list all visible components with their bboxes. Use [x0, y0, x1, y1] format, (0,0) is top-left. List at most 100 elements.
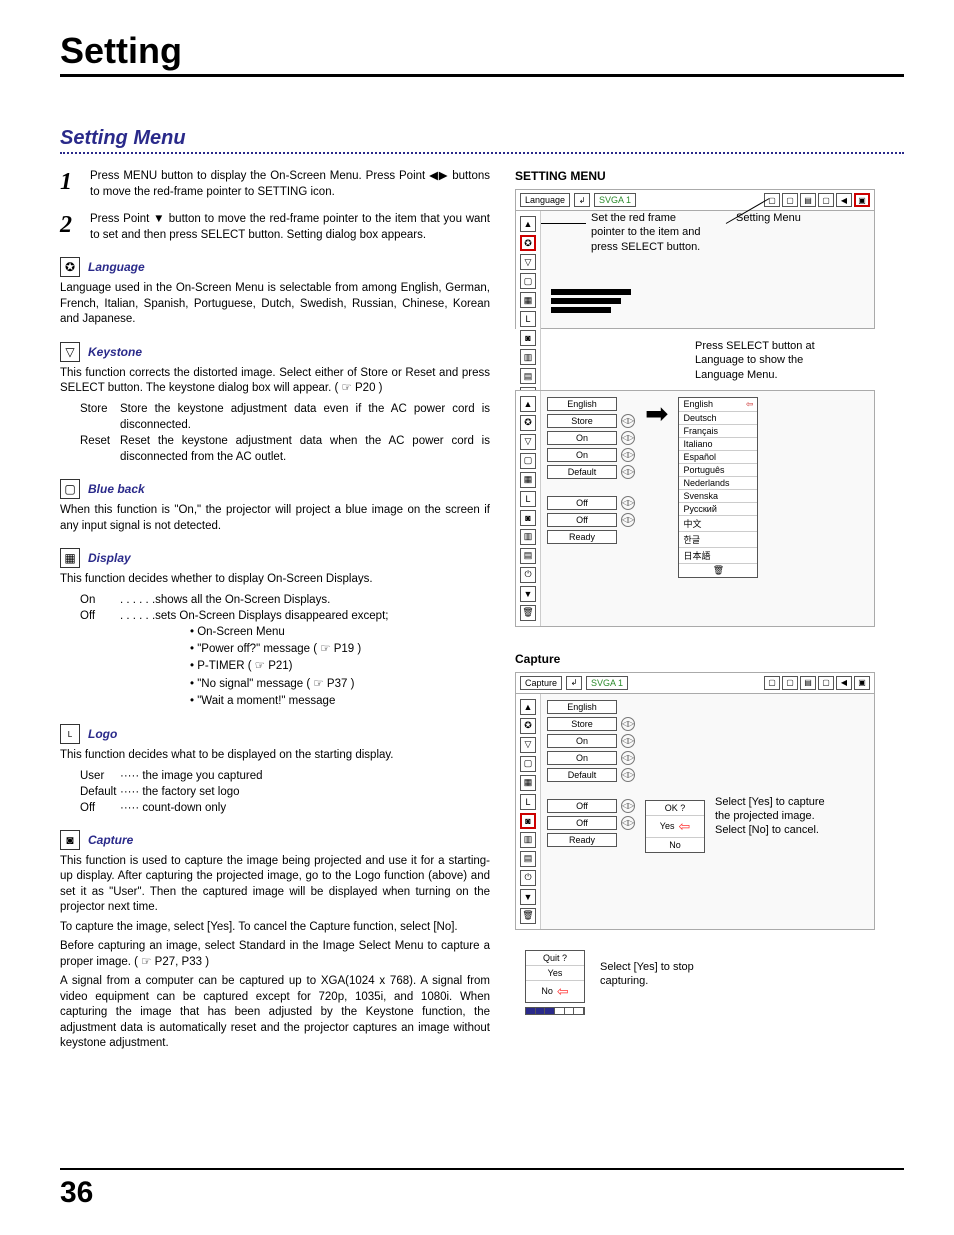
heading-title: Keystone [88, 345, 142, 359]
bullet-item: • "Wait a moment!" message [190, 693, 490, 710]
lang-item: 日本語 [679, 548, 757, 564]
kv-key: User [60, 768, 120, 784]
language-list: English⇦ Deutsch Français Italiano Españ… [678, 397, 758, 578]
lang-item: Svenska [679, 490, 757, 503]
kv-key: Default [60, 784, 120, 800]
right-column: SETTING MENU Language ↲ SVGA 1 ▢ ▢ ▤ ▢ ◀… [515, 169, 875, 1056]
progress-bar [525, 1007, 585, 1015]
display-icon: ▦ [60, 548, 80, 568]
ceiling-icon: ▥ [520, 832, 536, 848]
dialog-title: Quit ? [526, 951, 584, 966]
lang-item: Nederlands [679, 477, 757, 490]
display-icon: ▦ [520, 775, 536, 791]
menu-value: Off [547, 513, 617, 527]
menu-value: Off [547, 799, 617, 813]
power-icon: ⏻ [520, 870, 536, 886]
osd-topbar: Capture ↲ SVGA 1 ▢ ▢ ▤ ▢ ◀ ▣ [516, 673, 874, 694]
globe-icon: ✪ [520, 718, 536, 734]
logo-body: This function decides what to be display… [60, 748, 490, 764]
blueback-icon: ▢ [520, 756, 536, 772]
osd-capture: Capture ↲ SVGA 1 ▢ ▢ ▤ ▢ ◀ ▣ ▲ ✪ ▽ ▢ [515, 672, 875, 930]
trash-icon: 🗑 [520, 605, 536, 621]
topbar-icon: ▣ [854, 193, 870, 207]
blueback-body: When this function is "On," the projecto… [60, 503, 490, 534]
display-icon: ▦ [520, 472, 536, 488]
lang-item: Русский [679, 503, 757, 516]
globe-icon: ✪ [520, 415, 536, 431]
scroll-up-icon: ▲ [520, 216, 536, 232]
topbar-icon: ▤ [800, 193, 816, 207]
bullet-item: • "Power off?" message ( ☞ P19 ) [190, 641, 490, 658]
menu-value: Ready [547, 530, 617, 544]
topbar-icon: ◀ [836, 676, 852, 690]
kv-key: Store [60, 401, 120, 433]
left-arrow-icon: ⇦ [746, 399, 754, 410]
step-number: 1 [60, 169, 90, 196]
menu-value: On [547, 448, 617, 462]
language-body: Language used in the On-Screen Menu is s… [60, 281, 490, 328]
logo-icon: L [60, 724, 80, 744]
quit-dialog: Quit ? Yes No⇦ [525, 950, 585, 1003]
lang-item: Português [679, 464, 757, 477]
keystone-icon: ▽ [520, 737, 536, 753]
menu-values: English Store◁▷ On◁▷ On◁▷ Default◁▷ Off◁… [547, 397, 635, 547]
left-arrow-icon: ⇦ [557, 983, 569, 1000]
rear-icon: ▤ [520, 548, 536, 564]
lang-item: 한글 [679, 532, 757, 548]
menu-value: On [547, 734, 617, 748]
section-title: Setting Menu [60, 127, 904, 150]
kv-row: Off ····· count-down only [60, 800, 490, 816]
heading-capture: ◙ Capture [60, 830, 490, 850]
topbar-svga: SVGA 1 [586, 676, 628, 690]
trash-icon: 🗑 [520, 908, 536, 924]
topbar-return-icon: ↲ [574, 193, 590, 207]
kv-val: ····· count-down only [120, 800, 490, 816]
logo-icon: L [520, 311, 536, 327]
topbar-language: Language [520, 193, 570, 207]
osd-topbar: Language ↲ SVGA 1 ▢ ▢ ▤ ▢ ◀ ▣ [516, 190, 874, 211]
kv-row: User ····· the image you captured [60, 768, 490, 784]
kv-key: Off [60, 800, 120, 816]
kv-val: . . . . . .sets On-Screen Displays disap… [120, 608, 490, 624]
bottom-rule [60, 1168, 904, 1170]
lr-arrow-icon: ◁▷ [621, 717, 635, 731]
osd-side-icons: ▲ ✪ ▽ ▢ ▦ L ◙ ▥ ▤ ⏻ ▼ 🗑 [516, 694, 541, 929]
topbar-icon: ▢ [818, 193, 834, 207]
menu-value: On [547, 751, 617, 765]
scroll-down-icon: ▼ [520, 889, 536, 905]
topbar-return-icon: ↲ [566, 676, 582, 690]
kv-val: ····· the factory set logo [120, 784, 490, 800]
ceiling-icon: ▥ [520, 529, 536, 545]
menu-value: On [547, 431, 617, 445]
blueback-icon: ▢ [520, 453, 536, 469]
heading-logo: L Logo [60, 724, 490, 744]
callout-set-red-frame: Set the red frame pointer to the item an… [591, 211, 711, 254]
lr-arrow-icon: ◁▷ [621, 431, 635, 445]
globe-icon: ✪ [520, 235, 536, 251]
topbar-icon: ▣ [854, 676, 870, 690]
menu-value: Default [547, 465, 617, 479]
menu-value: Off [547, 496, 617, 510]
menu-value: Store [547, 414, 617, 428]
lang-item: 中文 [679, 516, 757, 532]
display-bullets: • On-Screen Menu • "Power off?" message … [60, 624, 490, 710]
heading-display: ▦ Display [60, 548, 490, 568]
capture-p1: This function is used to capture the ima… [60, 854, 490, 916]
kv-key: On [60, 592, 120, 608]
lang-item: Deutsch [679, 412, 757, 425]
heading-title: Display [88, 551, 131, 565]
keystone-icon: ▽ [520, 254, 536, 270]
kv-row: Off . . . . . .sets On-Screen Displays d… [60, 608, 490, 624]
dialog-no: No [541, 986, 553, 996]
step-2: 2 Press Point ▼ button to move the red-f… [60, 212, 490, 243]
menu-value: Off [547, 816, 617, 830]
scroll-up-icon: ▲ [520, 699, 536, 715]
kv-val: . . . . . .shows all the On-Screen Displ… [120, 592, 490, 608]
page-number: 36 [60, 1176, 93, 1210]
lr-arrow-icon: ◁▷ [621, 751, 635, 765]
dialog-yes: Yes [660, 821, 675, 831]
topbar-icon: ▢ [764, 676, 780, 690]
keystone-icon: ▽ [60, 342, 80, 362]
heading-title: Blue back [88, 482, 145, 496]
menu-value: Ready [547, 833, 617, 847]
